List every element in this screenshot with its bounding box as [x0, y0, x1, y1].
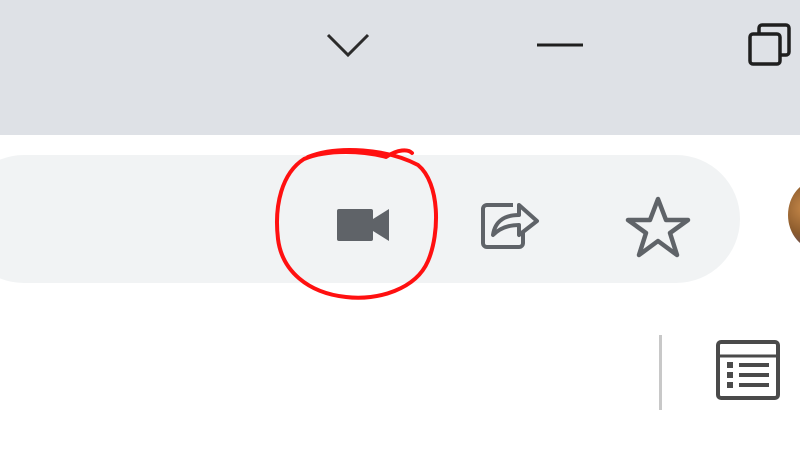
toolbar: [0, 135, 800, 310]
minimize-button[interactable]: [530, 20, 590, 70]
bookmarks-divider: [659, 335, 662, 410]
video-camera-icon: [336, 209, 389, 241]
browser-window: [0, 0, 800, 450]
reading-list-icon: [715, 340, 780, 400]
title-bar: [0, 0, 800, 135]
share-button[interactable]: [470, 187, 550, 262]
camera-in-use-button[interactable]: [325, 195, 400, 255]
restore-icon: [748, 23, 791, 66]
minimize-icon: [537, 43, 583, 47]
bookmark-star-icon: [625, 196, 690, 258]
chevron-down-icon: [326, 33, 370, 58]
restore-button[interactable]: [740, 15, 800, 75]
reading-list-button[interactable]: [710, 335, 785, 405]
share-icon: [481, 202, 539, 249]
bookmarks-bar: [0, 310, 800, 450]
bookmark-star-button[interactable]: [615, 187, 700, 267]
tab-search-button[interactable]: [318, 20, 378, 70]
